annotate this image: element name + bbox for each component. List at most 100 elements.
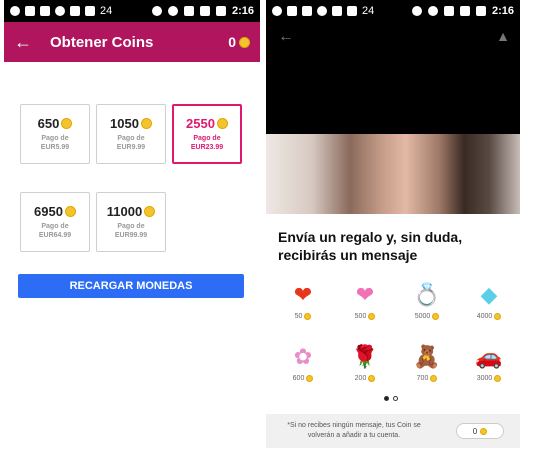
battery-icon xyxy=(215,6,226,16)
gift-price-value: 50 xyxy=(294,313,303,320)
gift-price: 3000 xyxy=(477,375,502,382)
coin-icon xyxy=(61,118,73,129)
gift-price-value: 700 xyxy=(416,375,429,382)
back-arrow-icon[interactable]: ← xyxy=(14,32,38,53)
pay-label: Pago de xyxy=(41,135,69,142)
coins-screen: 24 2:16 ← Obtener Coins 0 650 Pago de EUR… xyxy=(4,0,260,458)
coin-icon xyxy=(430,375,438,382)
package-amount: 1050 xyxy=(110,116,139,131)
gift-price-value: 600 xyxy=(292,375,305,382)
teddy-bear-icon: 🧸 xyxy=(413,344,441,369)
coin-icon xyxy=(432,313,440,320)
wifi-icon xyxy=(183,6,194,16)
warning-icon[interactable]: ▲ xyxy=(496,28,510,44)
gift-price: 4000 xyxy=(477,313,502,320)
back-arrow-icon[interactable]: ← xyxy=(278,28,294,46)
flame-heart-icon: ❤ xyxy=(293,282,313,307)
balance-value: 0 xyxy=(472,426,478,436)
coin-icon xyxy=(64,206,76,217)
status-bar: 24 2:16 xyxy=(4,0,260,22)
package-card-selected[interactable]: 2550 Pago de EUR23.99 xyxy=(172,104,242,164)
package-card[interactable]: 6950 Pago de EUR64.99 xyxy=(20,192,90,252)
package-amount: 650 xyxy=(37,116,60,131)
package-amount: 6950 xyxy=(34,204,63,219)
gift-price-value: 3000 xyxy=(476,375,493,382)
gift-price: 700 xyxy=(417,375,438,382)
page-dot[interactable] xyxy=(393,396,398,401)
gift-price-value: 500 xyxy=(354,313,367,320)
sports-car-icon: 🚗 xyxy=(475,344,503,369)
coin-icon xyxy=(216,118,228,129)
gift-grid: ❤ 50 ❤ 500 💍 5000 ◆ 4000 ✿ 600 🌹 200 🧸 700 🚗 3000 xyxy=(278,280,514,390)
page-dot-active[interactable] xyxy=(384,396,389,401)
status-label: 24 xyxy=(362,5,375,17)
diamond-icon: ◆ xyxy=(480,282,498,307)
status-label: 24 xyxy=(100,5,113,17)
gift-price: 500 xyxy=(355,313,376,320)
gift-price-value: 200 xyxy=(354,375,367,382)
package-amount: 11000 xyxy=(106,204,143,219)
bluetooth-icon xyxy=(411,6,422,16)
app-icon xyxy=(70,6,80,16)
coin-icon xyxy=(304,313,312,320)
gift-item[interactable]: ✿ 600 xyxy=(278,342,328,390)
package-price: EUR64.99 xyxy=(38,232,72,239)
notification-icon xyxy=(287,6,297,16)
page-indicator xyxy=(384,396,398,401)
coin-icon xyxy=(480,427,488,435)
shopping-icon xyxy=(40,6,50,16)
weather-icon xyxy=(55,6,65,16)
pay-label: Pago de xyxy=(117,135,145,142)
pay-label: Pago de xyxy=(41,223,69,230)
bluetooth-icon xyxy=(151,6,162,16)
gift-title: Envía un regalo y, sin duda, recibirás u… xyxy=(278,229,463,263)
cell-signal-icon xyxy=(199,6,210,16)
cherry-heart-icon: ❤ xyxy=(355,282,375,307)
gift-item[interactable]: 🧸 700 xyxy=(402,342,452,390)
weather-icon xyxy=(317,6,327,16)
package-card[interactable]: 1050 Pago de EUR9.99 xyxy=(96,104,166,164)
recharge-button[interactable]: RECARGAR MONEDAS xyxy=(18,274,244,298)
flower-basket-icon: ✿ xyxy=(293,344,313,369)
package-card[interactable]: 11000 Pago de EUR99.99 xyxy=(96,192,166,252)
gift-screen: 24 2:16 ← ▲ Envía un regalo y, sin duda,… xyxy=(266,0,520,458)
dnd-icon xyxy=(427,6,438,16)
app-bar: ← Obtener Coins 0 xyxy=(4,22,260,62)
coin-icon xyxy=(144,206,156,217)
gift-item[interactable]: 💍 5000 xyxy=(402,280,452,328)
gift-item[interactable]: 🚗 3000 xyxy=(464,342,514,390)
package-price: EUR23.99 xyxy=(190,144,224,151)
balance-pill[interactable]: 0 xyxy=(456,423,504,439)
gift-item[interactable]: ❤ 50 xyxy=(278,280,328,328)
dnd-icon xyxy=(167,6,178,16)
refund-note: *Si no recibes ningún mensaje, tus Coin … xyxy=(287,422,421,439)
gift-item[interactable]: ◆ 4000 xyxy=(464,280,514,328)
navigation-icon xyxy=(347,6,357,16)
coin-icon xyxy=(368,313,376,320)
gift-price: 200 xyxy=(355,375,376,382)
shopping-icon xyxy=(302,6,312,16)
coin-balance: 0 xyxy=(228,34,250,50)
profile-photo xyxy=(266,134,520,214)
package-amount: 2550 xyxy=(186,116,215,131)
rose-icon: 🌹 xyxy=(351,344,379,369)
gift-price: 50 xyxy=(295,313,312,320)
refund-footer: *Si no recibes ningún mensaje, tus Coin … xyxy=(266,414,520,448)
status-bar: 24 2:16 xyxy=(266,0,520,22)
gift-price-value: 4000 xyxy=(476,313,493,320)
status-time: 2:16 xyxy=(491,5,514,17)
gift-price: 5000 xyxy=(415,313,440,320)
package-card[interactable]: 650 Pago de EUR5.99 xyxy=(20,104,90,164)
balance-value: 0 xyxy=(228,34,236,50)
pay-label: Pago de xyxy=(193,135,221,142)
spotify-icon xyxy=(272,6,282,16)
gift-item[interactable]: 🌹 200 xyxy=(340,342,390,390)
coin-icon xyxy=(368,375,376,382)
ring-icon: 💍 xyxy=(413,282,441,307)
notification-icon xyxy=(25,6,35,16)
video-area: ← ▲ xyxy=(266,22,520,214)
battery-icon xyxy=(475,6,486,16)
app-icon xyxy=(332,6,342,16)
pay-label: Pago de xyxy=(117,223,145,230)
gift-item[interactable]: ❤ 500 xyxy=(340,280,390,328)
